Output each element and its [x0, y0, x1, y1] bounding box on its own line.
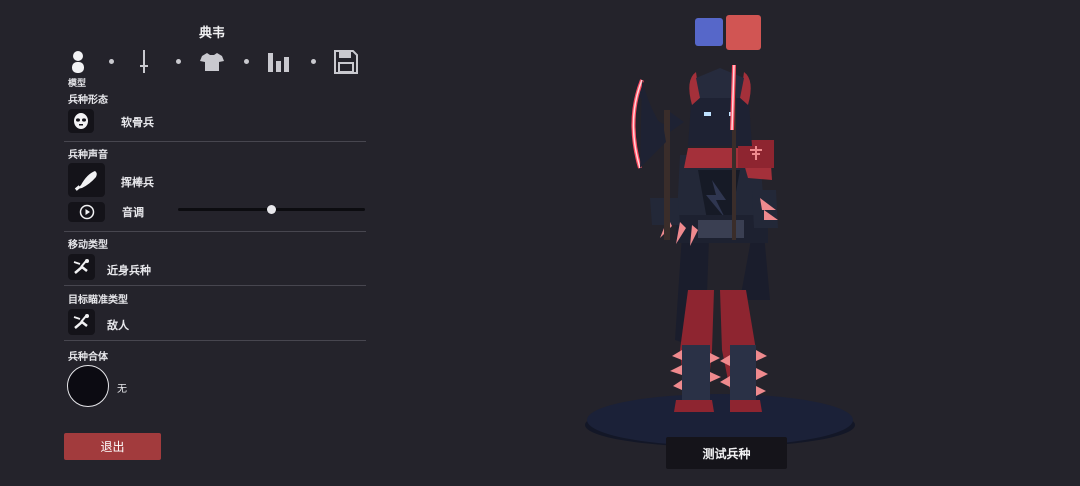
sound-value: 挥棒兵 — [121, 176, 154, 189]
play-sound-button[interactable] — [68, 202, 105, 222]
save-icon[interactable] — [332, 48, 360, 76]
unit-creator-screen: 典韦 模型 兵种形态 软骨兵 兵种声音 挥棒兵 音调 移动类型 近身兵种 目标瞄… — [0, 0, 1080, 486]
enemy-target-icon — [73, 314, 89, 329]
target-option-button[interactable] — [68, 309, 95, 335]
sound-option-button[interactable] — [68, 163, 105, 197]
target-value: 敌人 — [107, 319, 129, 332]
sword-icon[interactable] — [130, 48, 158, 76]
move-option-button[interactable] — [68, 254, 95, 280]
melee-unit-icon — [73, 259, 89, 274]
team-color-red-swatch[interactable] — [726, 15, 761, 50]
divider — [64, 340, 366, 341]
stats-icon[interactable] — [265, 48, 293, 76]
divider — [64, 231, 366, 232]
divider — [64, 285, 366, 286]
section-label-target: 目标瞄准类型 — [68, 295, 128, 306]
tab-separator-dot — [244, 59, 249, 64]
section-label-sound: 兵种声音 — [68, 150, 108, 161]
section-label-combine: 兵种合体 — [68, 352, 108, 363]
pitch-slider-knob[interactable] — [267, 205, 276, 214]
editor-tab-bar — [64, 48, 364, 78]
form-option-button[interactable] — [68, 109, 94, 133]
person-icon[interactable] — [64, 48, 92, 76]
shirt-icon[interactable] — [198, 48, 226, 76]
tab-separator-dot — [109, 59, 114, 64]
tab-separator-dot — [176, 59, 181, 64]
form-value: 软骨兵 — [121, 116, 154, 129]
move-value: 近身兵种 — [107, 264, 151, 277]
skull-mask-icon — [74, 113, 88, 129]
unit-preview-model — [585, 64, 855, 447]
combine-value: 无 — [117, 384, 127, 395]
test-unit-button[interactable]: 测试兵种 — [666, 437, 787, 469]
combine-slot-button[interactable] — [67, 365, 109, 407]
active-tab-label: 模型 — [68, 79, 87, 89]
club-icon — [74, 171, 97, 191]
play-icon — [79, 204, 94, 220]
unit-name-title: 典韦 — [198, 26, 225, 41]
exit-button[interactable]: 退出 — [64, 433, 161, 460]
team-color-blue-swatch[interactable] — [695, 18, 723, 46]
pitch-label: 音调 — [122, 206, 144, 219]
divider — [64, 141, 366, 142]
tab-separator-dot — [311, 59, 316, 64]
section-label-form: 兵种形态 — [68, 95, 108, 106]
section-label-move: 移动类型 — [68, 240, 108, 251]
